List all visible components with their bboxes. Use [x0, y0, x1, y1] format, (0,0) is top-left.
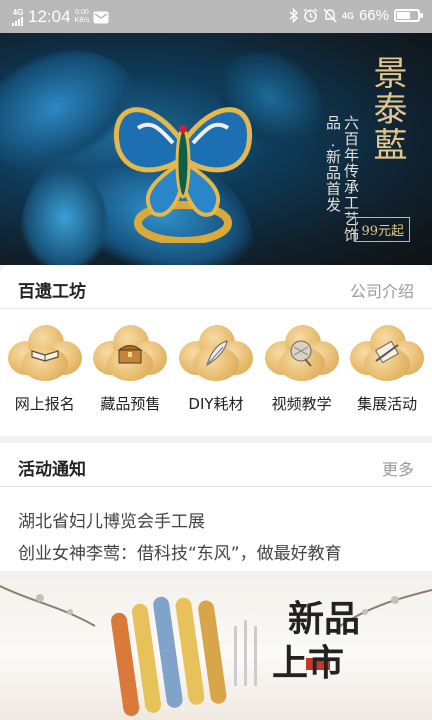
signal-icon: 4G [12, 7, 24, 26]
company-intro-link[interactable]: 公司介绍 [350, 278, 414, 302]
hero-title: 景泰藍 [367, 55, 407, 163]
feather-icon [206, 340, 228, 367]
workshop-header: 百遗工坊 公司介绍 [0, 265, 432, 309]
promo-title-2: 上市 [272, 642, 345, 684]
news-item[interactable]: 创业女神李莺：借科技“东风”，做最好教育 [18, 539, 342, 564]
network-type: 4G [12, 7, 24, 17]
book-icon [31, 350, 59, 362]
hero-price-badge: 99元起 [355, 217, 410, 242]
battery-percent: 66% [358, 7, 389, 24]
notices-card: 活动通知 更多 湖北省妇儿博览会手工展 创业女神李莺：借科技“东风”，做最好教育 [0, 443, 432, 571]
speed-unit: KB/s [74, 17, 90, 24]
grid-label: 集展活动 [357, 395, 418, 413]
message-icon [93, 11, 109, 23]
bluetooth-icon [289, 8, 298, 23]
workshop-title: 百遗工坊 [18, 282, 86, 302]
status-bar: 4G 12:04 0.00 KB/s 4G 66% [0, 0, 432, 33]
notices-title: 活动通知 [18, 460, 86, 480]
grid-label: 藏品预售 [100, 395, 161, 413]
treasure-chest-icon [117, 345, 143, 364]
grid-item-video[interactable]: 视频教学 [260, 323, 344, 433]
news-item[interactable]: 湖北省妇儿博览会手工展 [18, 507, 205, 532]
grid-label: 网上报名 [14, 395, 75, 413]
silent-icon [323, 8, 337, 23]
grid-item-signup[interactable]: 网上报名 [3, 323, 87, 433]
cloud-badge [264, 323, 339, 383]
alarm-icon [303, 8, 318, 23]
branch-decoration [0, 585, 432, 716]
grid-item-exhibition[interactable]: 集展活动 [345, 323, 429, 433]
hero-banner[interactable]: 景泰藍 六百年传承工艺饰品 ·新品首发 99元起 [0, 33, 432, 265]
promo-banner[interactable]: 新品 上市 [0, 576, 432, 720]
clock: 12:04 [28, 7, 71, 26]
notices-header: 活动通知 更多 [0, 443, 432, 487]
battery-icon [394, 9, 423, 22]
cloud-badge [93, 323, 168, 383]
battery-level [397, 12, 411, 19]
grid-item-presale[interactable]: 藏品预售 [88, 323, 172, 433]
more-link[interactable]: 更多 [382, 456, 414, 480]
hero-subtitle-2: ·新品首发 [324, 143, 342, 213]
butterfly-ring-image [114, 107, 252, 243]
workshop-grid: 网上报名 藏品预售 DIY耗材 视频教学 集展活动 [0, 323, 432, 433]
cloud-badge [7, 323, 82, 383]
scroll-icon [375, 340, 400, 364]
cloud-badge [178, 323, 253, 383]
signal-4g: 4G [341, 10, 354, 21]
grid-label: DIY耗材 [188, 395, 244, 413]
fan-icon [290, 340, 312, 367]
grid-item-diy[interactable]: DIY耗材 [174, 323, 258, 433]
workshop-card: 百遗工坊 公司介绍 网上报名 藏品预售 DIY耗材 视频教学 集展活动 [0, 265, 432, 436]
grid-label: 视频教学 [271, 395, 332, 413]
cloud-badge [350, 323, 425, 383]
speed-value: 0.00 [75, 9, 89, 16]
